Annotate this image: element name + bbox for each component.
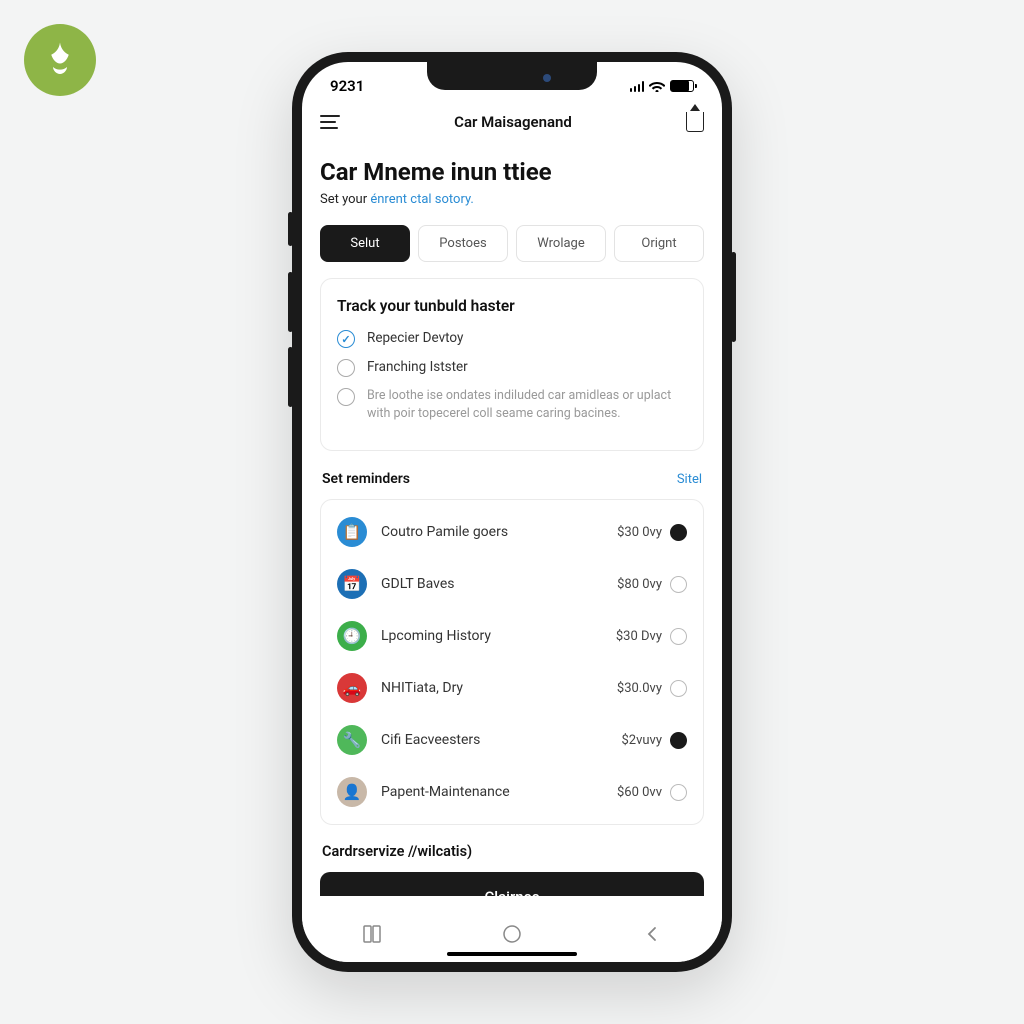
reminder-label: Coutro Pamile goers [381,524,603,540]
tab-2[interactable]: Wrolage [516,225,606,262]
reminder-item-5[interactable]: 👤 Papent-Maintenance $60 0vv [335,766,689,818]
back-icon[interactable] [642,924,662,944]
radio-icon [337,359,355,377]
page-subtitle: Set your énrent ctal sotory. [320,192,704,207]
system-nav [302,906,722,962]
track-option-2[interactable]: Bre loothe ise ondates indiluded car ami… [337,387,687,422]
toggle-dot[interactable] [670,628,687,645]
reminder-item-3[interactable]: 🚗 NHITiata, Dry $30.0vy [335,662,689,714]
reminder-label: Papent-Maintenance [381,784,603,800]
primary-cta-button[interactable]: Clairnce [320,872,704,896]
track-card-title: Track your tunbuld haster [337,297,687,315]
reminder-item-0[interactable]: 📋 Coutro Pamile goers $30 0vy [335,506,689,558]
tab-1[interactable]: Postoes [418,225,508,262]
reminder-label: GDLT Baves [381,576,603,592]
wrench-icon: 🔧 [337,725,367,755]
home-icon[interactable] [501,923,523,945]
wifi-icon [649,80,665,92]
clipboard-icon: 📋 [337,517,367,547]
screen: 9231 Car Maisagenand Car Mneme inun ttie… [302,62,722,962]
reminder-label: Lpcoming History [381,628,602,644]
bottom-section-label: Cardrservize //wilcatis) [322,843,702,860]
track-card: Track your tunbuld haster Repecier Devto… [320,278,704,451]
reminder-label: NHITiata, Dry [381,680,603,696]
recent-apps-icon[interactable] [362,924,382,944]
track-option-1[interactable]: Franching Istster [337,358,687,377]
avatar-icon: 👤 [337,777,367,807]
toggle-dot[interactable] [670,576,687,593]
status-time: 9231 [330,77,364,95]
radio-icon [337,330,355,348]
track-option-0[interactable]: Repecier Devtoy [337,329,687,348]
menu-icon[interactable] [320,115,340,129]
tab-0[interactable]: Selut [320,225,410,262]
subtitle-link[interactable]: énrent ctal sotory. [370,192,474,207]
phone-frame: 9231 Car Maisagenand Car Mneme inun ttie… [292,52,732,972]
reminders-list: 📋 Coutro Pamile goers $30 0vy 📅 GDLT Baves $8… [320,499,704,825]
toggle-dot[interactable] [670,524,687,541]
battery-icon [670,80,694,92]
page-title: Car Mneme inun ttiee [320,158,704,186]
calendar-icon: 📅 [337,569,367,599]
status-icons [630,80,695,92]
brand-logo [24,24,96,96]
notch [427,62,597,90]
reminders-title: Set reminders [322,471,410,487]
reminder-value: $30.0vy [617,681,662,696]
toggle-dot[interactable] [670,680,687,697]
reminder-value: $30 0vy [617,525,662,540]
reminder-item-2[interactable]: 🕘 Lpcoming History $30 Dvy [335,610,689,662]
reminder-label: Cifi Eacveesters [381,732,607,748]
reminder-value: $60 0vv [617,785,662,800]
home-indicator[interactable] [447,952,577,956]
tab-3[interactable]: Orignt [614,225,704,262]
content: Car Mneme inun ttiee Set your énrent cta… [302,146,722,896]
reminder-item-1[interactable]: 📅 GDLT Baves $80 0vy [335,558,689,610]
reminder-value: $80 0vy [617,577,662,592]
reminder-value: $2vuvy [621,733,662,748]
radio-icon [337,388,355,406]
navbar: Car Maisagenand [302,102,722,146]
reminders-action-link[interactable]: Sitel [677,472,702,487]
reminder-item-4[interactable]: 🔧 Cifi Eacveesters $2vuvy [335,714,689,766]
reminders-header: Set reminders Sitel [322,471,702,487]
tabs: SelutPostoesWrolageOrignt [320,225,704,262]
share-icon[interactable] [686,112,704,132]
signal-icon [630,81,645,92]
toggle-dot[interactable] [670,732,687,749]
reminder-value: $30 Dvy [616,629,662,644]
history-icon: 🕘 [337,621,367,651]
toggle-dot[interactable] [670,784,687,801]
navbar-title: Car Maisagenand [454,113,572,131]
car-icon: 🚗 [337,673,367,703]
